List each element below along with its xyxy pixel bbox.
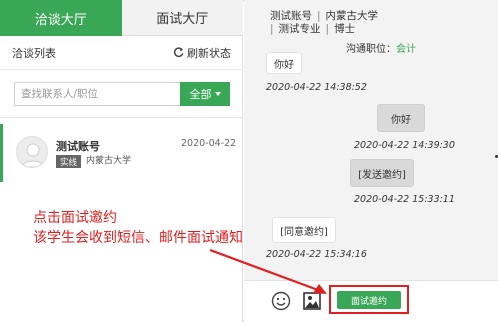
header-university: 内蒙古大学 — [325, 10, 379, 22]
filter-label: 全部 — [189, 88, 212, 101]
header-separator: | — [325, 23, 330, 35]
message-time: 2020-04-22 14:38:52 — [266, 82, 367, 93]
search-input[interactable] — [14, 82, 180, 106]
contact-name: 测试账号 — [56, 140, 100, 153]
list-title: 洽谈列表 — [12, 46, 56, 60]
tab-chat-hall[interactable]: 洽谈大厅 — [0, 0, 122, 36]
message-bubble-received: [同意邀约] — [272, 217, 336, 243]
edge-dot — [495, 155, 498, 158]
chat-header-info: 测试账号 | 内蒙古大学 | 测试专业 | 博士 — [270, 10, 378, 36]
avatar — [16, 136, 48, 168]
user-avatar-icon — [17, 137, 47, 167]
header-account: 测试账号 — [270, 10, 312, 22]
annotation-line: 该学生会收到短信、邮件面试通知 — [33, 230, 243, 246]
message-bubble-sent: 你好 — [377, 104, 425, 132]
highlight-box: 面试邀约 — [329, 285, 409, 314]
active-indicator — [0, 124, 3, 182]
tab-interview-hall[interactable]: 面试大厅 — [121, 0, 243, 36]
image-icon[interactable] — [302, 291, 322, 311]
interview-invite-button[interactable]: 面试邀约 — [337, 291, 401, 309]
emoji-icon[interactable] — [271, 291, 291, 311]
filter-dropdown[interactable]: 全部 — [180, 82, 230, 106]
contact-school: 内蒙古大学 — [86, 156, 132, 166]
contact-date: 2020-04-22 — [181, 138, 237, 149]
refresh-status-button[interactable]: 刷新状态 — [173, 45, 231, 61]
caret-down-icon — [214, 92, 221, 96]
position-value: 会计 — [396, 44, 416, 55]
message-time: 2020-04-22 15:33:11 — [354, 194, 455, 205]
refresh-icon — [173, 47, 184, 58]
message-time: 2020-04-22 15:34:16 — [266, 249, 367, 260]
left-panel: 洽谈大厅 面试大厅 洽谈列表 刷新状态 全部 测试账号 — [0, 0, 243, 322]
chat-toolbar: 面试邀约 — [244, 280, 498, 322]
tab-bar: 洽谈大厅 面试大厅 — [0, 0, 243, 36]
chat-panel: 测试账号 | 内蒙古大学 | 测试专业 | 博士 沟通职位：会计 你好 2020-04-2… — [244, 0, 498, 322]
message-bubble-received: 你好 — [266, 52, 302, 74]
search-row: 全部 — [14, 82, 230, 106]
status-badge: 实线 — [56, 155, 82, 168]
annotation-text: 点击面试邀约 该学生会收到短信、邮件面试通知 — [33, 208, 243, 248]
message-bubble-sent: [发送邀约] — [350, 159, 414, 187]
message-time: 2020-04-22 14:39:30 — [354, 140, 455, 151]
position-label: 沟通职位： — [346, 44, 396, 55]
header-major: 测试专业 — [278, 23, 321, 35]
list-header: 洽谈列表 刷新状态 — [0, 36, 243, 70]
position-info: 沟通职位：会计 — [346, 40, 416, 55]
contact-list-item[interactable]: 测试账号 2020-04-22 实线 内蒙古大学 — [0, 124, 243, 182]
header-degree: 博士 — [334, 23, 356, 35]
annotation-line: 点击面试邀约 — [33, 210, 117, 226]
refresh-label: 刷新状态 — [187, 46, 231, 60]
header-separator: | — [317, 10, 321, 22]
divider — [0, 117, 243, 118]
header-separator: | — [270, 23, 274, 35]
